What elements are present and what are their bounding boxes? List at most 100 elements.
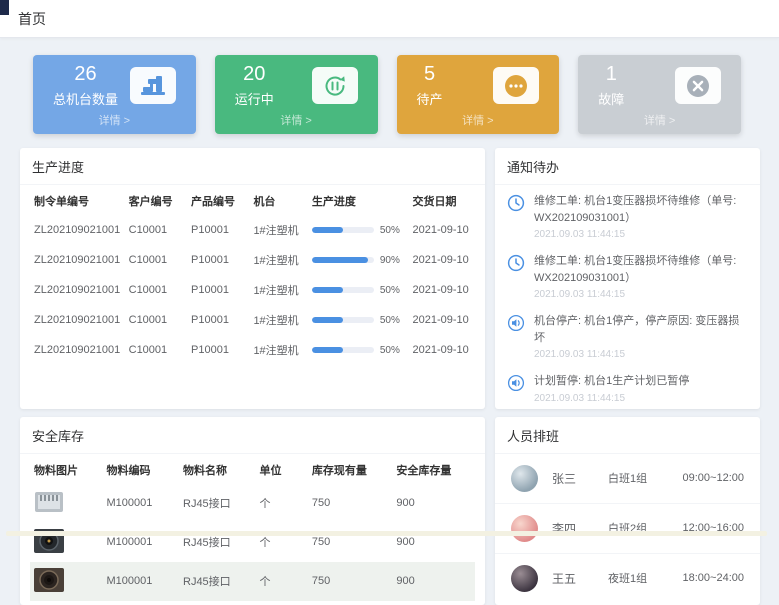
column-header: 制令单编号 bbox=[30, 185, 125, 215]
notification-item[interactable]: 机台停产: 机台1停产，停产原因: 变压器损坏 2021.09.03 11:44… bbox=[495, 305, 760, 365]
notification-item[interactable]: 计划暂停: 机台1生产计划已暂停 2021.09.03 11:44:15 bbox=[495, 365, 760, 409]
production-panel-title: 生产进度 bbox=[20, 148, 485, 185]
material-name: RJ45接口 bbox=[179, 523, 256, 562]
current-stock: 750 bbox=[308, 523, 393, 562]
material-code: M100001 bbox=[102, 484, 179, 523]
staff-row: 张三 白班1组 09:00~12:00 bbox=[495, 454, 760, 504]
product-no: P10001 bbox=[187, 335, 249, 365]
notification-time: 2021.09.03 11:44:15 bbox=[534, 229, 748, 240]
progress-percent: 50% bbox=[380, 285, 400, 296]
clock-icon bbox=[507, 194, 525, 240]
notification-time: 2021.09.03 11:44:15 bbox=[534, 393, 689, 404]
notification-body: 计划暂停: 机台1生产计划已暂停 2021.09.03 11:44:15 bbox=[534, 373, 689, 404]
table-row: M100001 RJ45接口 个 750 900 bbox=[30, 484, 475, 523]
stat-cards: 26 总机台数量 详情 > 20 运行中 bbox=[33, 55, 741, 134]
progress-percent: 50% bbox=[380, 345, 400, 356]
notification-item[interactable]: 维修工单: 机台1变压器损坏待维修（单号: WX202109031001） 20… bbox=[495, 245, 760, 305]
avatar bbox=[511, 465, 538, 492]
current-stock: 750 bbox=[308, 484, 393, 523]
table-row: ZL202109021001 C10001 P10001 1#注塑机 50% 2… bbox=[30, 275, 475, 305]
customer-no: C10001 bbox=[125, 335, 187, 365]
running-label: 运行中 bbox=[235, 89, 274, 108]
card-content: 5 待产 bbox=[409, 63, 548, 108]
page-header: 首页 bbox=[0, 0, 779, 38]
column-header: 单位 bbox=[256, 454, 308, 484]
notification-text: 维修工单: 机台1变压器损坏待维修（单号: WX202109031001） bbox=[534, 253, 748, 286]
material-name: RJ45接口 bbox=[179, 484, 256, 523]
fault-value: 1 bbox=[598, 63, 624, 86]
inventory-table: 物料图片 物料编码 物料名称 单位 库存现有量 安全库存量 M100001 bbox=[30, 454, 475, 601]
production-table: 制令单编号 客户编号 产品编号 机台 生产进度 交货日期 ZL202109021… bbox=[30, 185, 475, 365]
customer-no: C10001 bbox=[125, 275, 187, 305]
column-header: 机台 bbox=[249, 185, 307, 215]
order-no: ZL202109021001 bbox=[30, 245, 125, 275]
card-content: 1 故障 bbox=[590, 63, 729, 108]
page-title: 首页 bbox=[18, 9, 46, 29]
machine: 1#注塑机 bbox=[249, 215, 307, 245]
total-machines-label: 总机台数量 bbox=[53, 89, 118, 108]
tools-icon bbox=[675, 67, 721, 104]
column-header: 生产进度 bbox=[308, 185, 409, 215]
total-machines-value: 26 bbox=[53, 63, 118, 86]
progress-bar: 50% bbox=[312, 225, 405, 236]
column-header: 物料图片 bbox=[30, 454, 102, 484]
staff-row: 李四 白班2组 12:00~16:00 bbox=[495, 504, 760, 554]
total-machines-detail-link[interactable]: 详情 > bbox=[45, 112, 184, 128]
column-header: 物料名称 bbox=[179, 454, 256, 484]
card-running[interactable]: 20 运行中 详情 > bbox=[215, 55, 378, 134]
column-header: 产品编号 bbox=[187, 185, 249, 215]
product-no: P10001 bbox=[187, 215, 249, 245]
notification-text: 维修工单: 机台1变压器损坏待维修（单号: WX202109031001） bbox=[534, 193, 748, 226]
running-detail-link[interactable]: 详情 > bbox=[227, 112, 366, 128]
waiting-detail-link[interactable]: 详情 > bbox=[409, 112, 548, 128]
notification-item[interactable]: 维修工单: 机台1变压器损坏待维修（单号: WX202109031001） 20… bbox=[495, 185, 760, 245]
notification-body: 维修工单: 机台1变压器损坏待维修（单号: WX202109031001） 20… bbox=[534, 193, 748, 240]
production-progress-panel: 生产进度 制令单编号 客户编号 产品编号 机台 生产进度 交货日期 Z bbox=[20, 148, 485, 409]
machine: 1#注塑机 bbox=[249, 275, 307, 305]
notifications-panel-title: 通知待办 bbox=[495, 148, 760, 185]
notification-text: 机台停产: 机台1停产，停产原因: 变压器损坏 bbox=[534, 313, 748, 346]
column-header: 交货日期 bbox=[409, 185, 476, 215]
notifications-panel: 通知待办 维修工单: 机台1变压器损坏待维修（单号: WX20210903100… bbox=[495, 148, 760, 409]
product-no: P10001 bbox=[187, 275, 249, 305]
notification-body: 维修工单: 机台1变压器损坏待维修（单号: WX202109031001） 20… bbox=[534, 253, 748, 300]
customer-no: C10001 bbox=[125, 215, 187, 245]
table-row: M100001 RJ45接口 个 750 900 bbox=[30, 562, 475, 601]
delivery-date: 2021-09-10 bbox=[409, 275, 476, 305]
staff-shift: 白班1组 bbox=[608, 470, 682, 486]
card-waiting[interactable]: 5 待产 详情 > bbox=[397, 55, 560, 134]
product-no: P10001 bbox=[187, 245, 249, 275]
staff-schedule-panel: 人员排班 张三 白班1组 09:00~12:00 李四 白班2组 12:00~1… bbox=[495, 417, 760, 605]
card-text: 5 待产 bbox=[417, 63, 443, 108]
notification-time: 2021.09.03 11:44:15 bbox=[534, 289, 748, 300]
card-content: 26 总机台数量 bbox=[45, 63, 184, 108]
safety-stock-panel: 安全库存 物料图片 物料编码 物料名称 单位 库存现有量 安全库存量 bbox=[20, 417, 485, 605]
notification-body: 机台停产: 机台1停产，停产原因: 变压器损坏 2021.09.03 11:44… bbox=[534, 313, 748, 360]
waiting-value: 5 bbox=[417, 63, 443, 86]
material-image-speaker-driver bbox=[34, 544, 64, 556]
speaker-icon bbox=[507, 314, 525, 360]
table-header-row: 物料图片 物料编码 物料名称 单位 库存现有量 安全库存量 bbox=[30, 454, 475, 484]
horizontal-scrollbar[interactable] bbox=[6, 531, 767, 536]
waiting-label: 待产 bbox=[417, 89, 443, 108]
machine: 1#注塑机 bbox=[249, 335, 307, 365]
progress-percent: 50% bbox=[380, 225, 400, 236]
staff-shift: 夜班1组 bbox=[608, 570, 682, 586]
safety-stock: 900 bbox=[392, 523, 475, 562]
current-stock: 750 bbox=[308, 562, 393, 601]
table-row: M100001 RJ45接口 个 750 900 bbox=[30, 523, 475, 562]
column-header: 安全库存量 bbox=[392, 454, 475, 484]
staff-name: 王五 bbox=[552, 570, 608, 587]
material-image-rj45 bbox=[34, 505, 64, 517]
material-unit: 个 bbox=[256, 562, 308, 601]
product-no: P10001 bbox=[187, 305, 249, 335]
card-content: 20 运行中 bbox=[227, 63, 366, 108]
order-no: ZL202109021001 bbox=[30, 305, 125, 335]
middle-row: 生产进度 制令单编号 客户编号 产品编号 机台 生产进度 交货日期 Z bbox=[20, 148, 760, 409]
clock-icon bbox=[507, 254, 525, 300]
material-image-speaker-cone bbox=[34, 583, 64, 595]
card-total-machines[interactable]: 26 总机台数量 详情 > bbox=[33, 55, 196, 134]
fault-detail-link[interactable]: 详情 > bbox=[590, 112, 729, 128]
staff-row: 王五 夜班1组 18:00~24:00 bbox=[495, 554, 760, 603]
card-fault[interactable]: 1 故障 详情 > bbox=[578, 55, 741, 134]
